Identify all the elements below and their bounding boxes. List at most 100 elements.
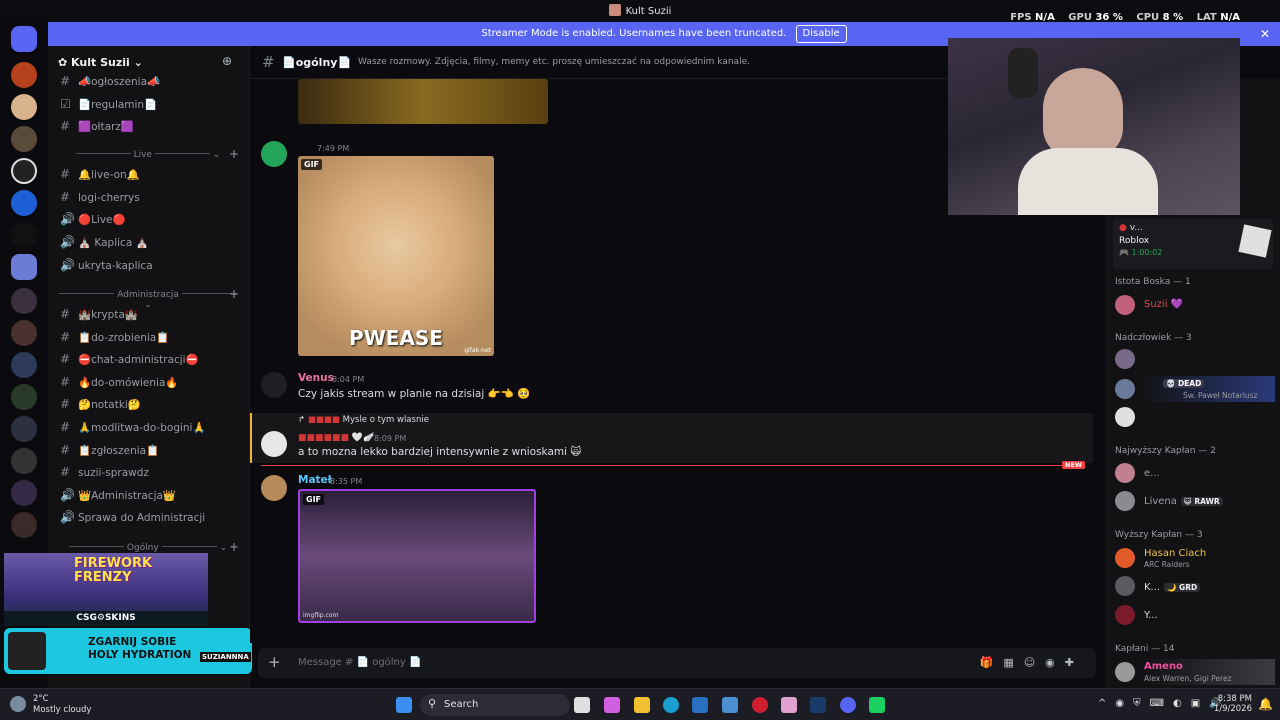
app-icon[interactable] (869, 697, 885, 713)
member-avatar[interactable] (1115, 379, 1135, 399)
member-avatar[interactable] (1115, 295, 1135, 315)
member-name[interactable]: Hasan Ciach (1144, 548, 1206, 559)
server-name-dropdown[interactable]: ✿ Kult Suzii ⌄ (58, 56, 143, 69)
member-name[interactable]: K... 🌙 GRD (1144, 582, 1201, 593)
server-icon[interactable] (11, 222, 37, 248)
member-avatar[interactable] (1115, 407, 1135, 427)
clock[interactable]: 8:38 PM 1/9/2026 (1210, 694, 1252, 714)
channel-item[interactable]: # suzii-sprawdz (60, 465, 149, 479)
add-channel-admin-icon[interactable]: + (229, 287, 239, 301)
channel-label: logi-cherrys (78, 191, 140, 204)
server-folder-icon[interactable] (11, 448, 37, 474)
avatar[interactable] (261, 372, 287, 398)
avatar[interactable] (261, 475, 287, 501)
server-icon[interactable] (11, 62, 37, 88)
server-folder-icon[interactable] (11, 384, 37, 410)
outlook-icon[interactable] (722, 697, 738, 713)
member-name[interactable]: Ameno (1144, 661, 1183, 672)
taskbar-search[interactable]: ⚲ Search (420, 694, 570, 716)
input-action-icons[interactable]: 🎁▦☺◉✚ (980, 656, 1084, 669)
add-attachment-icon[interactable]: + (268, 653, 281, 671)
avatar[interactable] (261, 431, 287, 457)
file-explorer-icon[interactable] (634, 697, 650, 713)
category-ogolny[interactable]: Ogólny ⌄ (58, 543, 238, 553)
channel-item[interactable]: 🔊 👑Administracja👑 (60, 488, 176, 502)
server-icon[interactable] (11, 190, 37, 216)
channel-item[interactable]: # 🔔live-on🔔 (60, 167, 140, 181)
channel-item[interactable]: # 🔥do-omówienia🔥 (60, 375, 178, 389)
channel-item[interactable]: 🔊 ⛪ Kaplica ⛪ (60, 235, 149, 249)
hydration-ad-banner[interactable]: ZGARNIJ SOBIE HOLY HYDRATION SUZIANNNA (4, 628, 252, 674)
edge-icon[interactable] (663, 697, 679, 713)
message-timestamp: 8:09 PM (374, 434, 407, 443)
disable-streamer-mode-button[interactable]: Disable (795, 25, 847, 43)
member-name[interactable]: Livena 😺 RAWR (1144, 496, 1223, 507)
task-view-icon[interactable] (574, 697, 590, 713)
add-channel-live-icon[interactable]: + (229, 147, 239, 161)
message-author[interactable]: Mateł (298, 474, 332, 486)
member-avatar[interactable] (1115, 605, 1135, 625)
message-author[interactable]: Venus (298, 372, 334, 384)
start-icon[interactable] (396, 697, 412, 713)
member-avatar[interactable] (1115, 491, 1135, 511)
avatar[interactable] (261, 141, 287, 167)
channel-item[interactable]: 🔊 🔴Live🔴 (60, 212, 126, 226)
server-folder-icon[interactable] (11, 352, 37, 378)
message-input[interactable]: Message # 📄 ogólny 📄 (298, 657, 421, 668)
member-avatar[interactable] (1115, 349, 1135, 369)
channel-item[interactable]: 🔊 ukryta-kaplica (60, 258, 153, 272)
reply-text: Mysle o tym wlasnie (342, 415, 429, 425)
snipping-icon[interactable] (781, 697, 797, 713)
invite-people-icon[interactable]: ⊕ (222, 54, 232, 68)
server-icon[interactable] (11, 158, 37, 184)
window-title-text: Kult Suzii (625, 6, 672, 17)
add-channel-general-icon[interactable]: + (229, 540, 239, 554)
discord-home-icon[interactable] (11, 26, 37, 52)
steam-icon[interactable] (810, 697, 826, 713)
gif-attachment[interactable]: GIF imgflip.com (298, 489, 536, 623)
fireworks-ad-banner[interactable]: FIREWORK FRENZY CSG⚙SKINS (4, 553, 208, 626)
channel-item[interactable]: # 🟪ołtarz🟪 (60, 119, 134, 133)
member-avatar[interactable] (1115, 576, 1135, 596)
message-author[interactable]: ■■■■■■ 🤍🪽 (298, 433, 374, 443)
server-folder-icon[interactable] (11, 320, 37, 346)
member-avatar[interactable] (1115, 662, 1135, 682)
server-icon[interactable] (11, 254, 37, 280)
member-name[interactable]: Y... (1144, 610, 1158, 621)
channel-item[interactable]: 🔊 Sprawa do Administracji (60, 510, 205, 524)
channel-item[interactable]: # 🏰krypta🏰 (60, 307, 138, 321)
member-avatar[interactable] (1115, 548, 1135, 568)
channel-item[interactable]: # 🤔notatki🤔 (60, 397, 141, 411)
server-icon[interactable] (11, 126, 37, 152)
server-folder-icon[interactable] (11, 512, 37, 538)
copilot-icon[interactable] (604, 697, 620, 713)
server-folder-icon[interactable] (11, 416, 37, 442)
opera-icon[interactable] (752, 697, 768, 713)
store-icon[interactable] (692, 697, 708, 713)
channel-item[interactable]: # ⛔chat-administracji⛔ (60, 352, 199, 366)
channel-label: ⛔chat-administracji⛔ (78, 354, 199, 367)
discord-taskbar-icon[interactable] (840, 697, 856, 713)
activity-user: ● v... (1119, 223, 1143, 233)
member-name[interactable]: e... (1144, 468, 1160, 479)
channel-item[interactable]: ☑ 📄regulamin📄 (60, 97, 157, 111)
server-icon[interactable] (11, 94, 37, 120)
gif-attachment[interactable]: GIF PWEASE gifak-net (298, 156, 494, 356)
server-folder-icon[interactable] (11, 480, 37, 506)
previous-image-attachment[interactable] (298, 79, 548, 124)
close-banner-icon[interactable]: ✕ (1260, 22, 1270, 46)
channel-item[interactable]: # 🙏modlitwa-do-bogini🙏 (60, 420, 206, 434)
member-name[interactable]: Suzii 💜 (1144, 299, 1183, 310)
channel-item[interactable]: # 📋zgłoszenia📋 (60, 443, 159, 457)
ad-title: FIREWORK FRENZY (74, 556, 153, 585)
server-folder-icon[interactable] (11, 288, 37, 314)
notification-bell-icon[interactable]: 🔔 (1258, 697, 1273, 711)
reply-preview[interactable]: ↱ ■■■■ Mysle o tym wlasnie (298, 415, 429, 425)
channel-item[interactable]: # 📣ogłoszenia📣 (60, 74, 160, 88)
channel-item[interactable]: # 📋do-zrobienia📋 (60, 330, 169, 344)
activity-card[interactable]: ● v... Roblox 🎮 1:00:02 (1113, 219, 1273, 269)
member-avatar[interactable] (1115, 463, 1135, 483)
activity-user-name: v... (1129, 223, 1143, 233)
channel-item[interactable]: # logi-cherrys (60, 190, 140, 204)
category-live[interactable]: Live ⌄ (58, 150, 238, 160)
